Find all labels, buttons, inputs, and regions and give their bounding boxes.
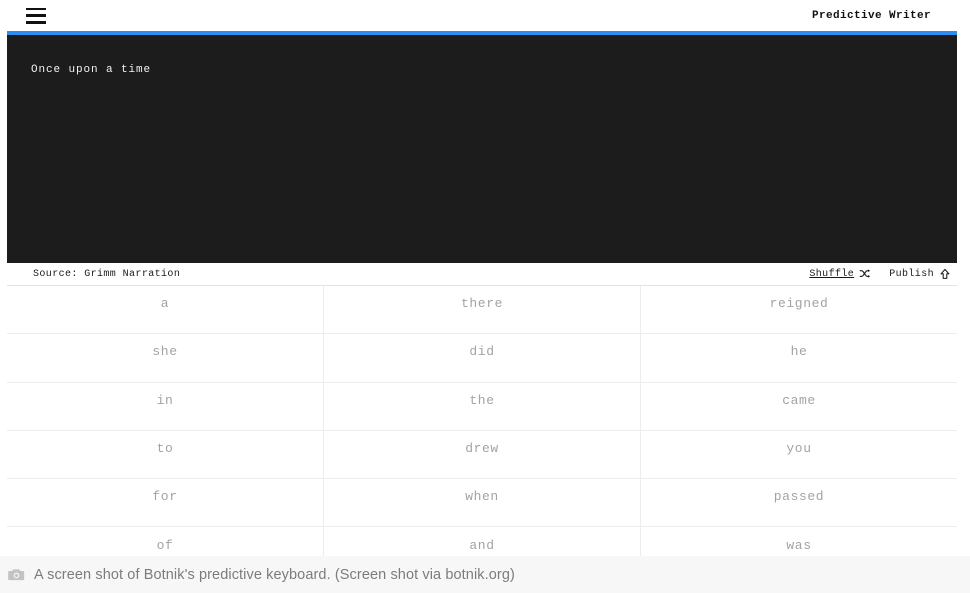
menu-bar-1: [26, 7, 46, 10]
table-row: in the came: [7, 382, 957, 431]
suggestion-cell[interactable]: a: [7, 286, 324, 334]
suggestion-cell[interactable]: there: [324, 286, 641, 334]
suggestion-cell[interactable]: for: [7, 479, 324, 527]
table-row: she did he: [7, 334, 957, 383]
predictive-writer-app: Predictive Writer Once upon a time Sourc…: [0, 0, 970, 593]
suggestion-grid: a there reigned she did he in the came t…: [7, 286, 957, 556]
table-row: a there reigned: [7, 286, 957, 335]
suggestion-cell[interactable]: of: [7, 527, 324, 556]
caption-text: A screen shot of Botnik's predictive key…: [34, 566, 515, 583]
suggestion-cell[interactable]: she: [7, 334, 324, 382]
shuffle-button[interactable]: Shuffle: [809, 268, 871, 280]
hamburger-menu-icon[interactable]: [26, 7, 46, 24]
suggestion-cell[interactable]: and: [324, 527, 641, 556]
editor-text[interactable]: Once upon a time: [7, 35, 957, 79]
suggestion-cell[interactable]: drew: [324, 430, 641, 479]
suggestion-cell[interactable]: came: [641, 383, 957, 430]
suggestion-cell[interactable]: you: [641, 431, 957, 478]
suggestion-cell[interactable]: reigned: [641, 286, 957, 333]
suggestion-cell[interactable]: was: [641, 527, 957, 556]
source-label: Source: Grimm Narration: [33, 268, 181, 280]
suggestion-cell[interactable]: he: [641, 334, 957, 381]
suggestion-cell[interactable]: to: [7, 430, 324, 479]
app-title: Predictive Writer: [811, 9, 931, 22]
table-row: for when passed: [7, 479, 957, 528]
menu-bar-3: [26, 21, 46, 24]
top-bar: Predictive Writer: [0, 0, 970, 31]
shuffle-label: Shuffle: [809, 268, 855, 280]
table-row: of and was: [7, 527, 957, 556]
image-caption-bar: A screen shot of Botnik's predictive key…: [0, 556, 970, 593]
suggestion-cell[interactable]: the: [324, 382, 641, 430]
table-row: to drew you: [7, 430, 957, 480]
suggestion-cell[interactable]: when: [324, 479, 641, 527]
shuffle-icon: [859, 268, 871, 280]
publish-button[interactable]: Publish: [889, 268, 951, 280]
source-actions: Shuffle Publish: [809, 268, 951, 280]
source-bar: Source: Grimm Narration Shuffle Publish: [7, 263, 957, 286]
menu-bar-2: [26, 14, 46, 17]
suggestion-cell[interactable]: did: [324, 334, 641, 382]
suggestion-cell[interactable]: in: [7, 382, 324, 430]
editor-panel[interactable]: Once upon a time: [7, 31, 957, 263]
arrow-up-icon: [939, 268, 951, 280]
camera-icon: [8, 567, 25, 582]
suggestion-cell[interactable]: passed: [641, 479, 957, 526]
publish-label: Publish: [889, 268, 934, 280]
